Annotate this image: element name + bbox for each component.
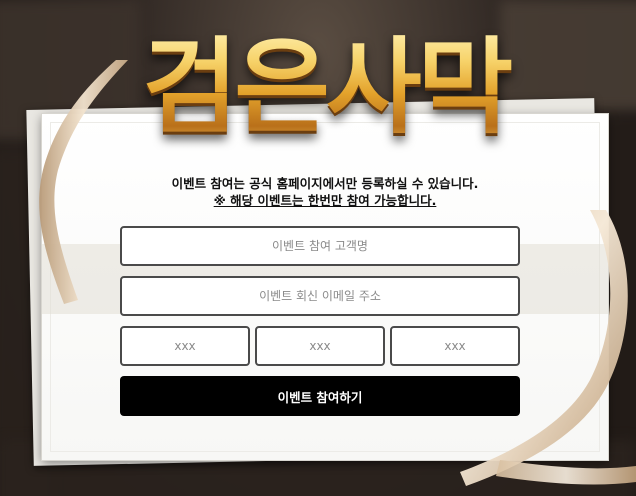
phone-part-1-input[interactable]: [120, 326, 250, 366]
name-input[interactable]: [120, 226, 520, 266]
email-input[interactable]: [120, 276, 520, 316]
notice-line-1: 이벤트 참여는 공식 홈페이지에서만 등록하실 수 있습니다.: [171, 176, 479, 191]
event-notice: 이벤트 참여는 공식 홈페이지에서만 등록하실 수 있습니다. ※ 해당 이벤트…: [42, 175, 608, 209]
game-logo: 검은사막: [96, 22, 556, 152]
notice-line-2: ※ 해당 이벤트는 한번만 참여 가능합니다.: [213, 193, 437, 208]
submit-button[interactable]: 이벤트 참여하기: [120, 376, 520, 416]
event-page: 검은사막 이벤트 참여는 공식 홈페이지에서만 등록하실 수 있습니다. ※ 해…: [0, 0, 636, 496]
logo-title: 검은사막: [96, 22, 556, 152]
phone-part-2-input[interactable]: [255, 326, 385, 366]
phone-part-3-input[interactable]: [390, 326, 520, 366]
